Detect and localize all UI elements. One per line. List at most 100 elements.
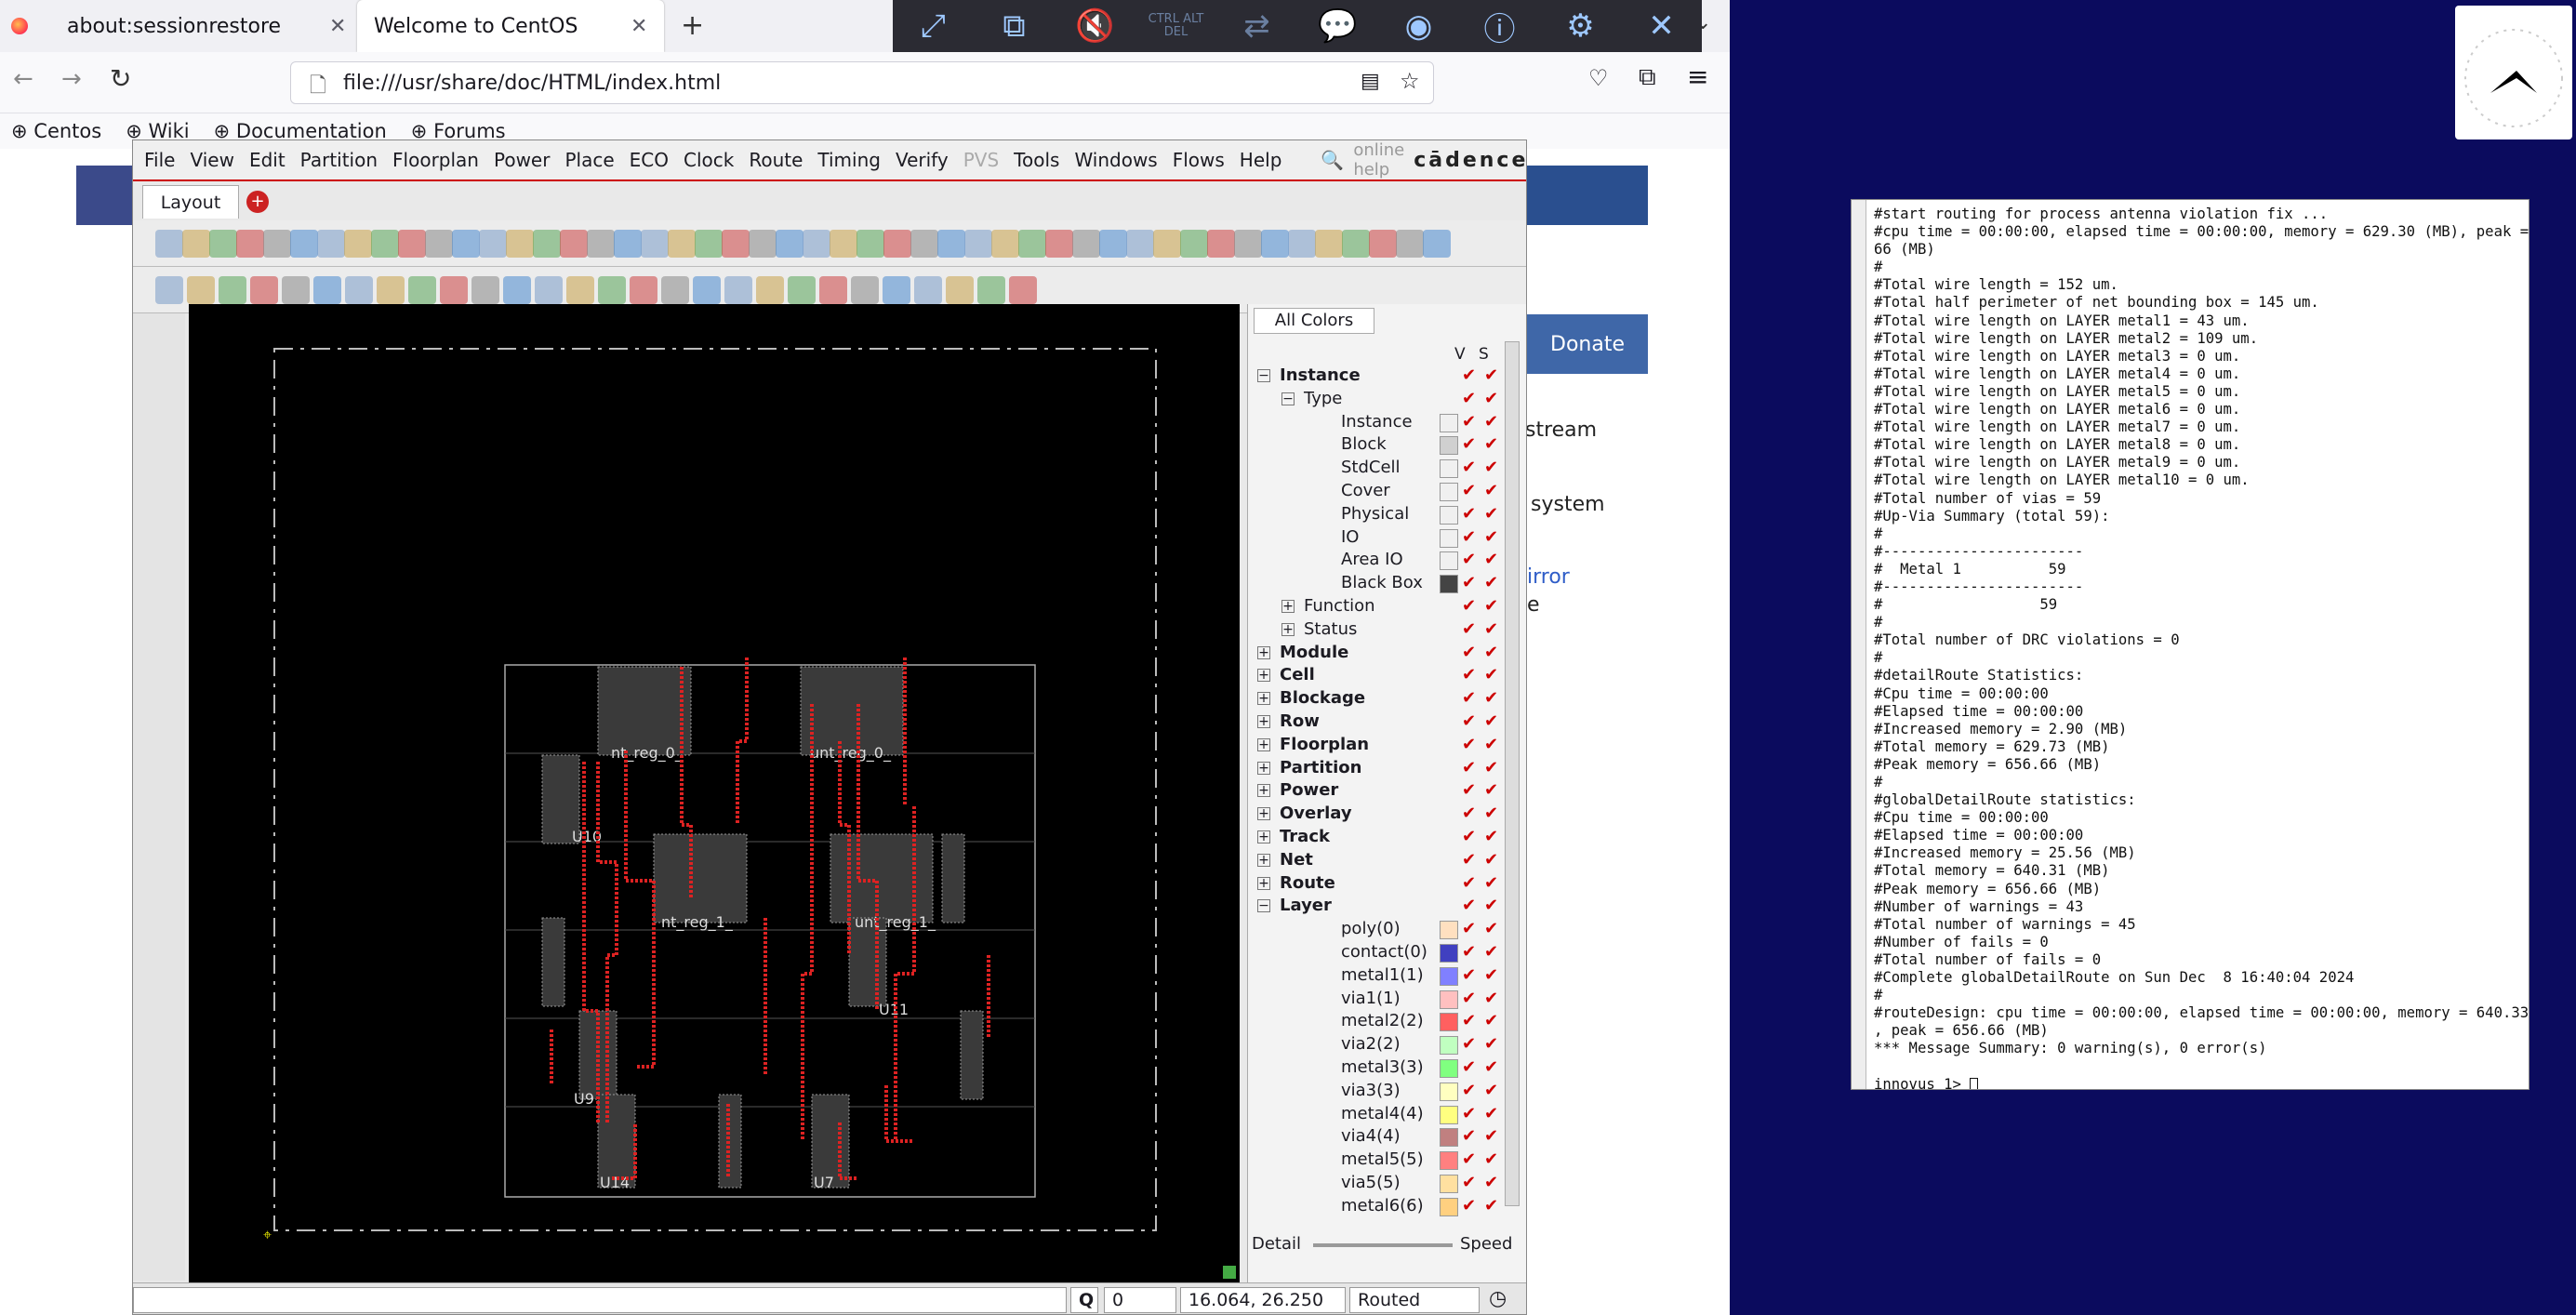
toolbar-tool-icon[interactable] xyxy=(263,230,291,258)
tree-row[interactable]: + Blockage ✔ ✔ xyxy=(1255,688,1525,711)
tab-welcome[interactable]: Welcome to CentOS ✕ xyxy=(357,0,664,52)
tree-row[interactable]: + Overlay ✔ ✔ xyxy=(1255,804,1525,826)
back-icon[interactable]: ← xyxy=(13,65,33,93)
toolbar-tool-icon[interactable] xyxy=(236,230,264,258)
toolbar-tool-icon[interactable] xyxy=(313,276,341,304)
visible-checkbox[interactable]: ✔ xyxy=(1462,527,1476,547)
menu-route[interactable]: Route xyxy=(749,149,803,171)
visible-checkbox[interactable]: ✔ xyxy=(1462,1173,1476,1192)
toolbar-tool-icon[interactable] xyxy=(937,230,965,258)
selectable-checkbox[interactable]: ✔ xyxy=(1484,1057,1498,1077)
fullscreen-icon[interactable]: ⤢ xyxy=(893,0,974,52)
toolbar-tool-icon[interactable] xyxy=(668,230,696,258)
gear-icon[interactable]: ⚙ xyxy=(1540,0,1621,52)
extensions-icon[interactable]: ⧉ xyxy=(1639,63,1656,92)
tree-row[interactable]: + Route ✔ ✔ xyxy=(1255,873,1525,896)
color-swatch[interactable] xyxy=(1440,1151,1458,1171)
color-swatch[interactable] xyxy=(1440,966,1458,986)
menu-floorplan[interactable]: Floorplan xyxy=(392,149,479,171)
toolbar-tool-icon[interactable] xyxy=(788,276,816,304)
menu-place[interactable]: Place xyxy=(564,149,614,171)
selectable-checkbox[interactable]: ✔ xyxy=(1484,527,1498,547)
info-icon[interactable]: ⓘ xyxy=(1459,0,1540,52)
toolbar-tool-icon[interactable] xyxy=(883,276,910,304)
toolbar-tool-icon[interactable] xyxy=(641,230,669,258)
selectable-checkbox[interactable]: ✔ xyxy=(1484,989,1498,1008)
visible-checkbox[interactable]: ✔ xyxy=(1462,1057,1476,1077)
selectable-checkbox[interactable]: ✔ xyxy=(1484,389,1498,408)
toolbar-tool-icon[interactable] xyxy=(371,230,399,258)
close-icon[interactable]: ✕ xyxy=(631,15,647,38)
tree-row[interactable]: Block ✔ ✔ xyxy=(1255,434,1525,457)
toolbar-tool-icon[interactable] xyxy=(598,276,626,304)
record-icon[interactable]: ◉ xyxy=(1378,0,1459,52)
toolbar-tool-icon[interactable] xyxy=(479,230,507,258)
selectable-checkbox[interactable]: ✔ xyxy=(1484,896,1498,915)
visible-checkbox[interactable]: ✔ xyxy=(1462,919,1476,938)
visible-checkbox[interactable]: ✔ xyxy=(1462,365,1476,385)
tree-row[interactable]: contact(0) ✔ ✔ xyxy=(1255,942,1525,964)
tree-row[interactable]: StdCell ✔ ✔ xyxy=(1255,458,1525,480)
selectable-checkbox[interactable]: ✔ xyxy=(1484,1196,1498,1215)
selectable-checkbox[interactable]: ✔ xyxy=(1484,942,1498,962)
expand-icon[interactable]: + xyxy=(1281,622,1295,636)
toolbar-tool-icon[interactable] xyxy=(776,230,803,258)
add-tab-icon[interactable]: + xyxy=(246,191,269,213)
color-swatch[interactable] xyxy=(1440,1197,1458,1216)
mute-icon[interactable]: 🔇 xyxy=(1055,0,1135,52)
chat-icon[interactable]: 💬 xyxy=(1297,0,1378,52)
terminal-scrollbar[interactable] xyxy=(1852,200,1866,1089)
selectable-checkbox[interactable]: ✔ xyxy=(1484,1126,1498,1146)
color-swatch[interactable] xyxy=(1440,1082,1458,1101)
menu-clock[interactable]: Clock xyxy=(684,149,734,171)
tree-row[interactable]: + Power ✔ ✔ xyxy=(1255,780,1525,803)
tree-row[interactable]: Instance ✔ ✔ xyxy=(1255,412,1525,434)
menu-partition[interactable]: Partition xyxy=(300,149,378,171)
visible-checkbox[interactable]: ✔ xyxy=(1462,804,1476,823)
toolbar-tool-icon[interactable] xyxy=(1234,230,1262,258)
tab-sessionrestore[interactable]: about:sessionrestore ✕ xyxy=(56,0,353,52)
toolbar-tool-icon[interactable] xyxy=(345,276,373,304)
expand-icon[interactable]: + xyxy=(1257,669,1270,683)
expand-icon[interactable]: + xyxy=(1257,830,1270,843)
toolbar-tool-icon[interactable] xyxy=(964,230,992,258)
selectable-checkbox[interactable]: ✔ xyxy=(1484,711,1498,731)
tree-row[interactable]: Physical ✔ ✔ xyxy=(1255,504,1525,526)
color-swatch[interactable] xyxy=(1440,944,1458,963)
toolbar-tool-icon[interactable] xyxy=(209,230,237,258)
color-swatch[interactable] xyxy=(1440,1036,1458,1056)
command-field[interactable] xyxy=(133,1287,1067,1313)
selectable-checkbox[interactable]: ✔ xyxy=(1484,504,1498,524)
selectable-checkbox[interactable]: ✔ xyxy=(1484,665,1498,684)
toolbar-tool-icon[interactable] xyxy=(910,230,938,258)
selectable-checkbox[interactable]: ✔ xyxy=(1484,735,1498,754)
new-tab-icon[interactable]: + xyxy=(681,9,704,42)
toolbar-tool-icon[interactable] xyxy=(377,276,405,304)
toolbar-tool-icon[interactable] xyxy=(535,276,563,304)
color-swatch[interactable] xyxy=(1440,436,1458,456)
visible-checkbox[interactable]: ✔ xyxy=(1462,688,1476,708)
menu-edit[interactable]: Edit xyxy=(249,149,285,171)
visible-checkbox[interactable]: ✔ xyxy=(1462,458,1476,477)
toolbar-tool-icon[interactable] xyxy=(819,276,847,304)
tree-row[interactable]: metal1(1) ✔ ✔ xyxy=(1255,965,1525,988)
menu-tools[interactable]: Tools xyxy=(1014,149,1059,171)
expand-icon[interactable]: + xyxy=(1257,807,1270,821)
tree-row[interactable]: Cover ✔ ✔ xyxy=(1255,481,1525,503)
toolbar-tool-icon[interactable] xyxy=(1126,230,1154,258)
tree-scrollbar[interactable] xyxy=(1505,341,1520,1206)
tree-row[interactable]: + Net ✔ ✔ xyxy=(1255,850,1525,872)
toolbar-tool-icon[interactable] xyxy=(749,230,777,258)
toolbar-tool-icon[interactable] xyxy=(851,276,879,304)
menu-windows[interactable]: Windows xyxy=(1074,149,1157,171)
visible-checkbox[interactable]: ✔ xyxy=(1462,1081,1476,1100)
collapse-icon[interactable]: − xyxy=(1257,899,1270,913)
toolbar-tool-icon[interactable] xyxy=(219,276,246,304)
visible-checkbox[interactable]: ✔ xyxy=(1462,1126,1476,1146)
tree-row[interactable]: + Function ✔ ✔ xyxy=(1255,596,1525,618)
tree-row[interactable]: + Partition ✔ ✔ xyxy=(1255,758,1525,780)
toolbar-tool-icon[interactable] xyxy=(1261,230,1289,258)
color-swatch[interactable] xyxy=(1440,1128,1458,1148)
toolbar-tool-icon[interactable] xyxy=(614,230,642,258)
visible-checkbox[interactable]: ✔ xyxy=(1462,1196,1476,1215)
